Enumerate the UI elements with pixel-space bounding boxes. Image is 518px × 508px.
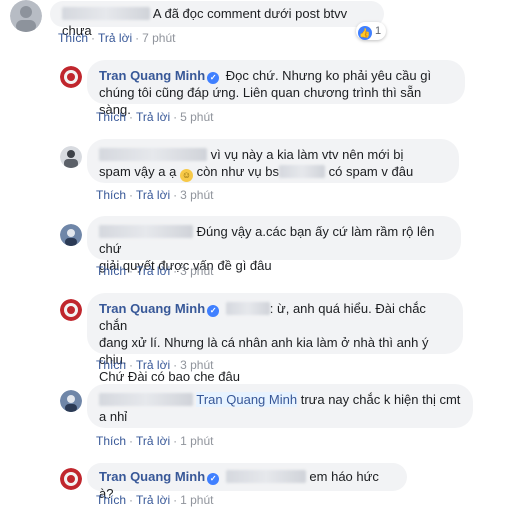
- reply-button[interactable]: Trả lời: [98, 31, 132, 45]
- blurred-text: [279, 165, 325, 178]
- like-button[interactable]: Thích: [96, 358, 126, 372]
- commenter-avatar[interactable]: [60, 390, 82, 412]
- reply-actions: Thích · Trả lời · 1 phút: [96, 434, 214, 448]
- commenter-avatar[interactable]: [10, 0, 42, 32]
- like-button[interactable]: Thích: [96, 188, 126, 202]
- commenter-avatar[interactable]: [60, 224, 82, 246]
- reply-bubble: Đúng vậy a.các bạn ấy cứ làm rầm rộ lên …: [87, 216, 461, 273]
- reply-text-line1: trưa nay chắc k hiện thị cmt: [300, 392, 461, 407]
- blurred-author-name: [99, 225, 193, 238]
- verified-badge-icon: ✓: [207, 473, 220, 485]
- verified-badge-icon: ✓: [207, 305, 220, 317]
- author-avatar[interactable]: [60, 66, 82, 88]
- reply-text-line2: spam vậy a ạ: [99, 164, 177, 179]
- blurred-author-name: [99, 393, 193, 406]
- reply-button[interactable]: Trả lời: [136, 264, 170, 278]
- author-name[interactable]: Tran Quang Minh: [99, 68, 205, 83]
- reply-button[interactable]: Trả lời: [136, 358, 170, 372]
- reply-timestamp[interactable]: 1 phút: [180, 493, 213, 507]
- reply-bubble: Tran Quang Minh ✓ : ừ, anh quá hiểu. Đài …: [87, 293, 463, 384]
- reply-text-line2-end: có spam v đâu: [328, 164, 414, 179]
- reply-text-line1: Đọc chứ. Nhưng ko phải yêu cầu gì: [225, 68, 432, 83]
- reply-text-line2-mid: còn như vụ bs: [196, 164, 279, 179]
- like-button[interactable]: Thích: [96, 110, 126, 124]
- mention-link[interactable]: Tran Quang Minh: [196, 392, 298, 407]
- reply-timestamp[interactable]: 3 phút: [180, 188, 213, 202]
- reply-bubble: Tran Quang Minh trưa nay chắc k hiện thị…: [87, 384, 473, 428]
- reply-actions: Thích · Trả lời · 1 phút: [96, 493, 214, 507]
- blurred-author-name: [62, 7, 150, 20]
- blurred-mention: [225, 470, 306, 483]
- reply-text-line2: a nhỉ: [99, 409, 128, 424]
- comment-timestamp[interactable]: 7 phút: [142, 31, 175, 45]
- like-button[interactable]: Thích: [58, 31, 88, 45]
- reply-button[interactable]: Trả lời: [136, 188, 170, 202]
- reply-bubble: Tran Quang Minh ✓ Đọc chứ. Nhưng ko phải …: [87, 60, 465, 117]
- reply-bubble: Tran Quang Minh ✓ em háo hức à?: [87, 463, 407, 501]
- like-button[interactable]: Thích: [96, 264, 126, 278]
- reply-timestamp[interactable]: 3 phút: [180, 358, 213, 372]
- author-avatar[interactable]: [60, 468, 82, 490]
- reaction-count: 1: [375, 25, 382, 37]
- reply-actions: Thích · Trả lời · 3 phút: [96, 264, 214, 278]
- reply-timestamp[interactable]: 1 phút: [180, 434, 213, 448]
- comment-actions: Thích · Trả lời · 7 phút: [58, 31, 176, 45]
- blurred-author-name: [99, 148, 207, 161]
- author-name[interactable]: Tran Quang Minh: [99, 469, 205, 484]
- verified-badge-icon: ✓: [207, 72, 220, 84]
- like-reaction-icon: 👍: [358, 26, 372, 40]
- like-button[interactable]: Thích: [96, 493, 126, 507]
- reply-actions: Thích · Trả lời · 3 phút: [96, 358, 214, 372]
- reply-actions: Thích · Trả lời · 5 phút: [96, 110, 214, 124]
- like-button[interactable]: Thích: [96, 434, 126, 448]
- reply-button[interactable]: Trả lời: [136, 493, 170, 507]
- author-avatar[interactable]: [60, 299, 82, 321]
- comment-bubble: A đã đọc comment dưới post btvv chưa: [50, 1, 384, 38]
- commenter-avatar[interactable]: [60, 146, 82, 168]
- reply-actions: Thích · Trả lời · 3 phút: [96, 188, 214, 202]
- reply-timestamp[interactable]: 5 phút: [180, 110, 213, 124]
- blurred-mention: [225, 302, 270, 315]
- author-name[interactable]: Tran Quang Minh: [99, 301, 205, 316]
- reaction-summary[interactable]: 👍 1: [356, 22, 387, 40]
- reply-bubble: vì vụ này a kia làm vtv nên mới bị spam …: [87, 139, 459, 183]
- smile-emoji-icon: ☺: [179, 169, 193, 182]
- reply-button[interactable]: Trả lời: [136, 434, 170, 448]
- reply-button[interactable]: Trả lời: [136, 110, 170, 124]
- reply-text-line1: vì vụ này a kia làm vtv nên mới bị: [210, 147, 404, 162]
- reply-timestamp[interactable]: 3 phút: [180, 264, 213, 278]
